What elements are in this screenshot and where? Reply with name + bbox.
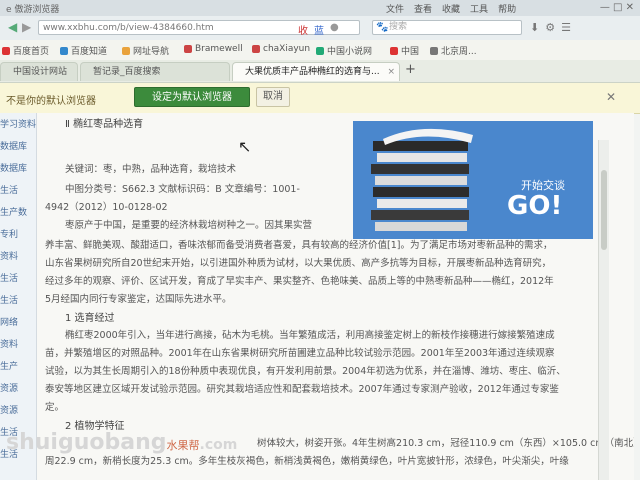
paragraph-line: 5月经国内同行专家鉴定，达国际先进水平。 — [45, 294, 232, 305]
sidebar-item[interactable]: 学习资料 — [0, 117, 36, 130]
sidebar-item[interactable]: 生产数 — [0, 205, 36, 218]
back-icon[interactable]: ◀ — [8, 20, 17, 34]
tab-active[interactable]: 大果优质丰产品种椭红的选育与... × — [232, 62, 400, 81]
paragraph-line: 经过多年的观察、评价、区试开发，育成了早实丰产、果实整齐、色艳味美、品质上等的中… — [45, 276, 554, 287]
favorite-item[interactable]: 百度知道 — [60, 44, 107, 57]
tab-bar: 中国设计网站 暂记录_百度搜索 大果优质丰产品种椭红的选育与... × + — [0, 60, 640, 83]
close-tab-icon[interactable]: × — [387, 63, 395, 81]
scrollbar-thumb[interactable] — [601, 170, 607, 250]
favorite-icon — [316, 46, 324, 55]
default-browser-notice: 不是你的默认浏览器 设定为默认浏览器 取消 ✕ — [0, 83, 640, 114]
favorite-icon — [252, 45, 260, 53]
address-bar: ◀ ▶ www.xxbhu.com/b/view-4384660.htm 收 蓝… — [0, 16, 640, 41]
favorite-item[interactable]: 中国 — [390, 44, 419, 57]
collect-icon[interactable]: 收 — [298, 22, 308, 37]
sidebar-item[interactable]: 资料 — [0, 337, 36, 350]
forward-icon[interactable]: ▶ — [22, 20, 31, 34]
paragraph-line: 树体较大，树姿开张。4年生树高210.3 cm，冠径110.9 cm（东西）×1… — [257, 438, 634, 449]
set-default-button[interactable]: 设定为默认浏览器 — [134, 87, 250, 107]
menu-icon[interactable]: ☰ — [561, 21, 571, 34]
search-icon: 🐾 — [376, 22, 389, 33]
notice-message: 不是你的默认浏览器 — [6, 96, 96, 107]
toolbar-icons: ⬇ ⚙ ☰ — [530, 21, 571, 34]
watermark: shuiguobang水果帮.com — [6, 430, 237, 455]
favorite-icon — [60, 46, 68, 55]
url-tools: 收 蓝 ● — [298, 22, 339, 37]
favorite-icon — [122, 46, 130, 55]
watermark-chinese: 水果帮 — [166, 439, 200, 452]
favorite-item[interactable]: chaXiayun — [252, 44, 310, 54]
sidebar: 学习资料 数据库 数据库 生活 生产数 专利 资料 生活 生活 网络 资料 生产… — [0, 113, 37, 480]
tab-first[interactable]: 中国设计网站 — [0, 62, 78, 81]
blue-icon[interactable]: 蓝 — [314, 22, 324, 37]
favorite-item[interactable]: 北京周... — [430, 44, 477, 57]
favorite-item[interactable]: 中国小说网 — [316, 44, 372, 57]
menu-tools[interactable]: 工具 — [470, 2, 488, 15]
favorite-item[interactable]: 百度首页 — [2, 44, 49, 57]
search-placeholder: 搜索 — [389, 22, 408, 32]
tab-label: 大果优质丰产品种椭红的选育与... — [245, 67, 380, 77]
favorites-bar: 百度首页 百度知道 网址导航 Bramewell chaXiayun 中国小说网… — [0, 40, 640, 61]
close-icon[interactable]: ✕ — [606, 90, 616, 104]
paragraph-line: 定。 — [45, 402, 65, 413]
classification-line: 中图分类号：S662.3 文献标识码：B 文章编号：1001- — [65, 184, 300, 195]
cancel-button[interactable]: 取消 — [256, 87, 290, 107]
settings-icon[interactable]: ⚙ — [545, 21, 555, 34]
article-content: Ⅱ 椭红枣品种选育 关键词：枣，中熟，品种选育，栽培技术 中图分类号：S662.… — [37, 113, 634, 480]
favorite-item[interactable]: 网址导航 — [122, 44, 169, 57]
menu-help[interactable]: 帮助 — [498, 2, 516, 15]
issn-line: 4942（2012）10-0128-02 — [45, 202, 168, 213]
sidebar-item[interactable]: 生活 — [0, 183, 36, 196]
favorite-icon — [390, 46, 398, 55]
watermark-text: shuiguobang — [6, 430, 167, 455]
paragraph-line: 养丰富、鲜脆美观、酸甜适口，香味浓郁而备受消费者喜爱，具有较高的经济价值[1]。… — [45, 240, 553, 251]
paragraph-line: 泰安等地区建立区域开发试验示范园。研究其栽培适应性和配套栽培技术。2007年通过… — [45, 384, 559, 395]
chat-banner[interactable]: 开始交谈 GO! — [353, 121, 593, 239]
sidebar-item[interactable]: 资料 — [0, 249, 36, 262]
app-title: e 傲游浏览器 — [6, 5, 60, 15]
menu-view[interactable]: 查看 — [414, 2, 432, 15]
title-bar: e 傲游浏览器 文件 查看 收藏 工具 帮助 — □ ✕ — [0, 0, 640, 17]
download-icon[interactable]: ⬇ — [530, 21, 539, 34]
favorite-icon — [2, 46, 10, 55]
sidebar-item[interactable]: 专利 — [0, 227, 36, 240]
menu-file[interactable]: 文件 — [386, 2, 404, 15]
sidebar-item[interactable]: 资源 — [0, 381, 36, 394]
keywords-line: 关键词：枣，中熟，品种选育，栽培技术 — [65, 164, 237, 175]
paragraph-line: 周22.9 cm，新梢长度为25.3 cm。多年生枝灰褐色，新梢浅黄褐色，嫩梢黄… — [45, 456, 569, 467]
section-title: 1 选育经过 — [65, 313, 115, 324]
books-icon — [371, 128, 473, 231]
banner-go: GO! — [507, 191, 563, 221]
window-controls[interactable]: — □ ✕ — [600, 2, 634, 13]
scrollbar[interactable] — [598, 140, 609, 480]
paragraph-line: 试验，以为其生长周期引入的18份种质中表现优良，有开发利用前景。2004年初选为… — [45, 366, 566, 377]
tab-second[interactable]: 暂记录_百度搜索 — [80, 62, 230, 81]
menu-bar: 文件 查看 收藏 工具 帮助 — [386, 2, 516, 15]
paragraph-line: 枣原产于中国，是重要的经济林栽培树种之一。因其果实营 — [65, 220, 313, 231]
watermark-suffix: .com — [199, 437, 238, 453]
paragraph-line: 椭红枣2000年引入，当年进行高接，砧木为毛桃。当年繁殖成活，利用高接鉴定树上的… — [65, 330, 555, 341]
status-icon[interactable]: ● — [330, 22, 339, 37]
sidebar-item[interactable]: 网络 — [0, 315, 36, 328]
tab-label: 中国设计网站 — [13, 67, 68, 77]
favorite-icon — [184, 45, 192, 53]
sidebar-item[interactable]: 生产 — [0, 359, 36, 372]
menu-favorites[interactable]: 收藏 — [442, 2, 460, 15]
article-heading: Ⅱ 椭红枣品种选育 — [65, 119, 144, 130]
paragraph-line: 山东省果树研究所自20世纪末开始，以引进国外种质为试材，以大果优质、高产多抗等为… — [45, 258, 552, 269]
sidebar-item[interactable]: 资源 — [0, 403, 36, 416]
sidebar-item[interactable]: 生活 — [0, 293, 36, 306]
sidebar-item[interactable]: 数据库 — [0, 161, 36, 174]
favorite-item[interactable]: Bramewell — [184, 44, 243, 54]
favorite-icon — [430, 46, 438, 55]
mouse-cursor-icon: ↖ — [238, 137, 252, 156]
sidebar-item[interactable]: 数据库 — [0, 139, 36, 152]
paragraph-line: 苗，并繁殖增区的对照品种。2001年在山东省果树研究所苗圃建立品种比较试验示范园… — [45, 348, 555, 359]
sidebar-item[interactable]: 生活 — [0, 271, 36, 284]
search-input[interactable]: 🐾 搜索 — [372, 20, 522, 35]
tab-label: 暂记录_百度搜索 — [93, 67, 161, 77]
new-tab-button[interactable]: + — [405, 62, 416, 77]
